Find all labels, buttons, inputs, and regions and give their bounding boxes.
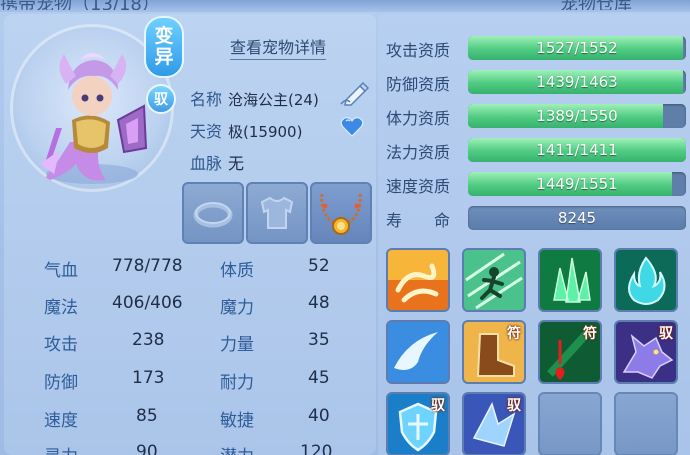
mana-aptitude-bar: 1411/1411 (468, 138, 686, 162)
bar-text: 1449/1551 (536, 175, 618, 193)
bloodline-value: 无 (228, 154, 245, 173)
wind-swirl-skill-icon[interactable] (386, 248, 450, 312)
stat-label: 魔力 (220, 298, 254, 318)
stat-value: 48 (308, 293, 330, 313)
bar-text: 1389/1550 (536, 107, 618, 125)
armor-slot[interactable] (246, 182, 308, 244)
defense-aptitude-bar: 1439/1463 (468, 70, 686, 94)
bar-text: 1527/1552 (536, 39, 618, 57)
view-pet-details-link[interactable]: 查看宠物详情 (230, 34, 327, 60)
stamina-aptitude-bar: 1389/1550 (468, 104, 686, 128)
ice-shard-skill-icon[interactable]: 驭 (462, 392, 526, 455)
necklace-slot[interactable] (310, 182, 372, 244)
stat-value: 90 (136, 442, 158, 455)
attack-aptitude-bar: 1527/1552 (468, 36, 686, 60)
stat-label: 防御 (44, 373, 78, 393)
stat-label: 速度 (44, 411, 78, 431)
rune-tag: 符 (583, 326, 597, 342)
bind-tag: 驭 (507, 398, 521, 414)
dash-skill-icon[interactable] (462, 248, 526, 312)
wolf-skill-icon[interactable]: 驭 (614, 320, 678, 384)
pet-name-row: 名称 沧海公主(24) (190, 86, 319, 110)
blood-drop-skill-icon[interactable]: 符 (538, 320, 602, 384)
stat-value: 120 (300, 442, 333, 455)
stat-label: 耐力 (220, 373, 254, 393)
pencil-icon[interactable] (340, 80, 370, 106)
stat-value: 40 (308, 406, 330, 426)
mutation-badge-char-2: 异 (154, 46, 174, 68)
rune-tag: 符 (507, 326, 521, 342)
stat-label: 气血 (44, 261, 78, 281)
ring-slot[interactable] (182, 182, 244, 244)
aptitude-label: 体力资质 (386, 109, 451, 128)
talent-label: 天资 (190, 122, 223, 141)
armor-icon (260, 196, 294, 229)
lifespan-label: 寿 命 (386, 211, 451, 230)
stat-value: 778/778 (112, 256, 183, 276)
stat-value: 52 (308, 256, 330, 276)
shield-skill-icon[interactable]: 驭 (386, 392, 450, 455)
stat-value: 85 (136, 406, 158, 426)
empty-skill-slot[interactable] (614, 392, 678, 455)
crystal-skill-icon[interactable] (538, 248, 602, 312)
stat-value: 45 (308, 368, 330, 388)
stat-value: 238 (132, 330, 165, 350)
talent-row: 天资 极(15900) (190, 118, 302, 142)
stat-label: 灵力 (44, 442, 78, 455)
talent-value: 极(15900) (228, 123, 303, 141)
stat-value: 173 (132, 368, 165, 388)
bar-text: 1411/1411 (536, 141, 618, 159)
stat-label: 敏捷 (220, 411, 254, 431)
boots-skill-icon[interactable]: 符 (462, 320, 526, 384)
bind-badge: 驭 (146, 84, 176, 114)
aptitude-label: 防御资质 (386, 75, 451, 94)
speed-aptitude-bar: 1449/1551 (468, 172, 686, 196)
bar-text: 1439/1463 (536, 73, 618, 91)
bloodline-row: 血脉无 (190, 150, 244, 174)
mutation-badge-char-1: 变 (154, 25, 174, 47)
pet-window: 携带宠物（13/18） 宠物仓库 变 异 驭 查看宠物详情 名称沧海公主(24) (0, 0, 690, 455)
stat-label: 潜力 (220, 442, 254, 455)
lifespan-bar: 8245 (468, 206, 686, 230)
bloodline-label: 血脉 (190, 154, 223, 173)
stat-value: 35 (308, 330, 330, 350)
name-value: 沧海公主(24) (228, 91, 319, 109)
aptitude-label: 法力资质 (386, 143, 451, 162)
carried-pets-title: 携带宠物（13/18） (0, 0, 230, 10)
stat-label: 攻击 (44, 335, 78, 355)
stat-label: 魔法 (44, 298, 78, 318)
water-wave-skill-icon[interactable] (386, 320, 450, 384)
bind-tag: 驭 (659, 326, 673, 342)
name-label: 名称 (190, 90, 223, 109)
stat-label: 力量 (220, 335, 254, 355)
lifespan-value: 8245 (557, 209, 597, 227)
stat-label: 体质 (220, 261, 254, 281)
stat-value: 406/406 (112, 293, 183, 313)
aptitude-label: 攻击资质 (386, 41, 451, 60)
ring-icon (193, 202, 233, 228)
empty-skill-slot[interactable] (538, 392, 602, 455)
pet-storage-title[interactable]: 宠物仓库 (560, 0, 690, 10)
bind-tag: 驭 (431, 398, 445, 414)
heart-icon[interactable] (340, 116, 364, 138)
mutation-badge: 变 异 (144, 16, 184, 78)
aptitude-label: 速度资质 (386, 177, 451, 196)
spirit-flame-skill-icon[interactable] (614, 248, 678, 312)
necklace-icon (320, 193, 362, 235)
